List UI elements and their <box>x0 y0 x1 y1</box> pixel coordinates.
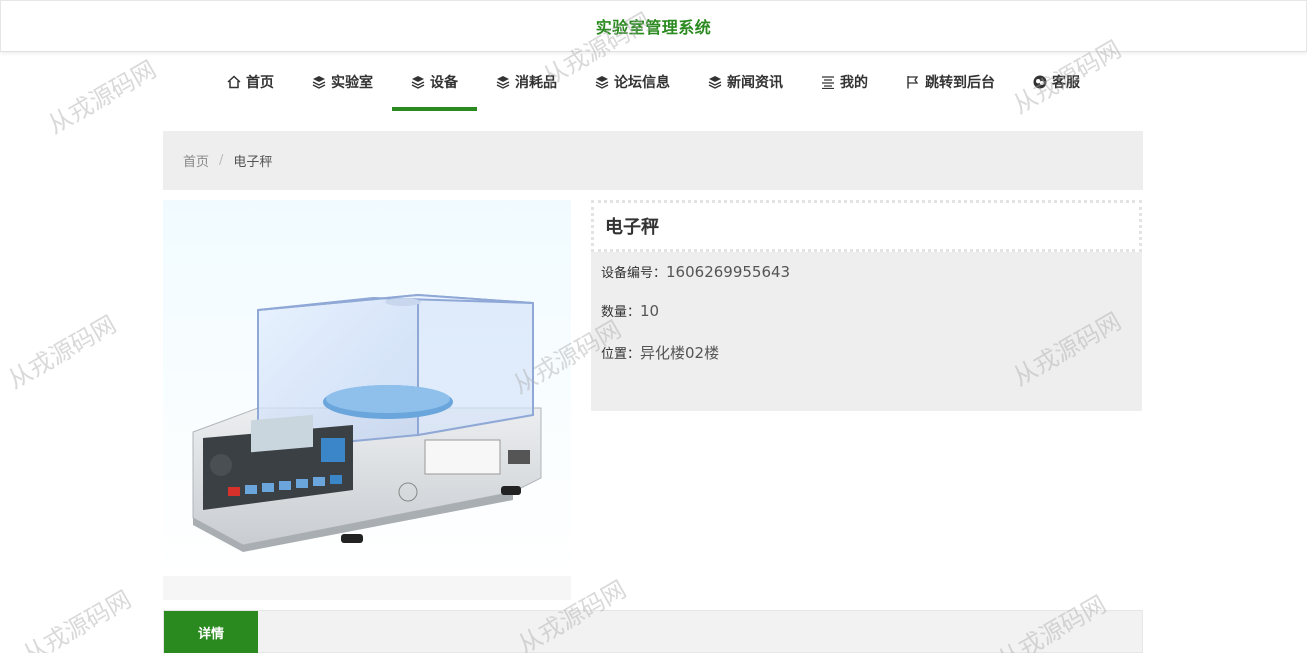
product-info-panel: 电子秤 设备编号： 1606269955643 数量： 10 位置： 异化楼02… <box>591 200 1142 411</box>
nav-item-news[interactable]: 新闻资讯 <box>689 52 802 112</box>
nav-label: 首页 <box>246 75 274 91</box>
info-row-code: 设备编号： 1606269955643 <box>601 262 790 281</box>
info-row-location: 位置： 异化楼02楼 <box>601 342 719 363</box>
nav-label: 实验室 <box>331 75 373 91</box>
nav-item-mine[interactable]: 我的 <box>802 52 887 112</box>
nav-item-lab[interactable]: 实验室 <box>293 52 392 112</box>
nav-label: 新闻资讯 <box>727 75 783 91</box>
code-label: 设备编号： <box>601 266 667 281</box>
layers-icon <box>496 76 510 89</box>
breadcrumb: 首页 / 电子秤 <box>163 131 1143 190</box>
wechat-icon <box>1033 75 1047 89</box>
breadcrumb-home-link[interactable]: 首页 <box>183 151 209 170</box>
watermark: 从戎源码网 <box>18 585 136 653</box>
list-icon <box>822 76 834 89</box>
breadcrumb-separator: / <box>219 153 224 168</box>
product-title-box: 电子秤 <box>591 200 1142 252</box>
top-header: 实验室管理系统 <box>0 0 1307 52</box>
nav-label: 消耗品 <box>515 75 557 91</box>
breadcrumb-current: 电子秤 <box>233 155 273 170</box>
nav-label: 论坛信息 <box>614 75 670 91</box>
nav-item-admin[interactable]: 跳转到后台 <box>887 52 1014 112</box>
nav-item-home[interactable]: 首页 <box>208 52 293 112</box>
tab-detail[interactable]: 详情 <box>164 611 258 653</box>
layers-icon <box>411 76 425 89</box>
nav-label: 设备 <box>430 75 458 91</box>
site-title: 实验室管理系统 <box>595 18 712 37</box>
layers-icon <box>595 76 609 89</box>
location-value: 异化楼02楼 <box>640 344 720 362</box>
flag-icon <box>907 76 919 89</box>
nav-label: 跳转到后台 <box>925 75 995 91</box>
nav-label: 客服 <box>1052 75 1080 91</box>
electronic-scale-illustration <box>163 200 571 576</box>
nav-item-service[interactable]: 客服 <box>1014 52 1099 112</box>
product-title: 电子秤 <box>605 217 659 238</box>
home-icon <box>227 75 241 89</box>
layers-icon <box>312 76 326 89</box>
nav-item-equipment[interactable]: 设备 <box>392 52 477 112</box>
product-image <box>163 200 571 600</box>
detail-tabs: 详情 <box>163 610 1143 653</box>
quantity-value: 10 <box>640 302 660 320</box>
code-value: 1606269955643 <box>666 263 791 281</box>
quantity-label: 数量： <box>601 305 641 320</box>
watermark: 从戎源码网 <box>3 310 121 395</box>
location-label: 位置： <box>601 347 641 362</box>
nav-label: 我的 <box>840 75 868 91</box>
nav-item-consumables[interactable]: 消耗品 <box>477 52 576 112</box>
info-row-quantity: 数量： 10 <box>601 301 659 320</box>
main-nav: 首页 实验室 设备 消耗品 论坛信息 新闻资讯 我的 跳转到后台 客服 <box>0 52 1307 112</box>
nav-item-forum[interactable]: 论坛信息 <box>576 52 689 112</box>
layers-icon <box>708 76 722 89</box>
